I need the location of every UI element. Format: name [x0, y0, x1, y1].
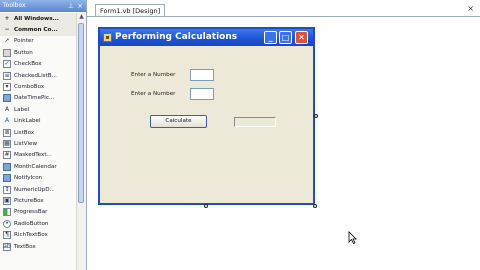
toolbox-item-richtextbox[interactable]: ¶ RichTextBox — [0, 229, 76, 240]
toolbox-item-label: NotifyIcon — [14, 175, 43, 182]
richtextbox-icon: ¶ — [3, 231, 11, 240]
monthcalendar-icon — [3, 162, 11, 171]
toolbox-item-label: Pointer — [14, 38, 34, 45]
toolbox-item-label: ListView — [14, 140, 38, 147]
close-document-icon[interactable]: × — [467, 4, 474, 14]
toolbox-item-datetimepicker[interactable]: DateTimePic... — [0, 93, 76, 104]
toolbox-item-label: CheckedListB... — [14, 72, 57, 79]
toolbox-item-numericupdown[interactable]: ↕ NumericUpD... — [0, 184, 76, 195]
enter-number-label-1: Enter a Number — [131, 72, 176, 78]
textbox-icon: ab — [3, 242, 11, 251]
toolbox-item-radiobutton[interactable]: • RadioButton — [0, 218, 76, 229]
result-label — [234, 117, 276, 127]
close-icon[interactable]: × — [77, 0, 83, 12]
toolbox-panel: Toolbox ⊥ × + All Windows... − Common Co… — [0, 0, 87, 270]
tab-divider — [87, 16, 480, 17]
listview-icon: ▦ — [3, 139, 11, 148]
resize-handle-corner[interactable] — [313, 204, 317, 208]
picturebox-icon: ▣ — [3, 196, 11, 205]
datetimepicker-icon — [3, 94, 11, 103]
toolbox-item-label: PictureBox — [14, 197, 44, 204]
toolbox-header: Toolbox ⊥ × — [0, 0, 86, 12]
toolbox-item-notifyicon[interactable]: NotifyIcon — [0, 172, 76, 183]
designed-form[interactable]: ▪ Performing Calculations _ □ ✕ Enter a … — [98, 27, 315, 205]
toolbox-category-common-controls[interactable]: − Common Co... — [0, 24, 76, 36]
toolbox-title: Toolbox — [3, 2, 26, 9]
toolbox-item-label: CheckBox — [14, 61, 42, 68]
toolbox-item-checkedlistbox[interactable]: ≡ CheckedListB... — [0, 70, 76, 81]
pointer-icon: ➚ — [4, 37, 10, 45]
maximize-button[interactable]: □ — [279, 31, 292, 44]
toolbox-item-picturebox[interactable]: ▣ PictureBox — [0, 195, 76, 206]
toolbox-item-monthcalendar[interactable]: MonthCalendar — [0, 161, 76, 172]
radiobutton-icon: • — [3, 219, 11, 228]
toolbox-item-label: LinkLabel — [14, 118, 41, 125]
toolbox-item-label: TextBox — [14, 243, 36, 250]
calculate-button[interactable]: Calculate — [150, 115, 207, 128]
toolbox-item-progressbar[interactable]: ProgressBar — [0, 207, 76, 218]
toolbox-item-label: Common Co... — [14, 27, 58, 34]
maskedtextbox-icon: # — [3, 151, 11, 160]
progressbar-icon — [3, 208, 11, 217]
toolbox-item-checkbox[interactable]: ✓ CheckBox — [0, 59, 76, 70]
toolbox-item-maskedtextbox[interactable]: # MaskedText... — [0, 150, 76, 161]
toolbox-item-label: All Windows... — [14, 15, 59, 22]
toolbox-item-label: RadioButton — [14, 220, 49, 227]
number-input-2[interactable] — [190, 88, 214, 100]
pin-icon[interactable]: ⊥ — [68, 0, 74, 12]
toolbox-item-label[interactable]: A Label — [0, 104, 76, 115]
toolbox-item-listview[interactable]: ▦ ListView — [0, 138, 76, 149]
combobox-icon: ▾ — [3, 83, 11, 92]
app-icon: ▪ — [103, 33, 112, 42]
toolbox-item-combobox[interactable]: ▾ ComboBox — [0, 81, 76, 92]
close-button[interactable]: ✕ — [295, 31, 308, 44]
resize-handle-bottom[interactable] — [204, 204, 208, 208]
checked-listbox-icon: ≡ — [3, 71, 11, 80]
toolbox-item-listbox[interactable]: ≣ ListBox — [0, 127, 76, 138]
enter-number-label-2: Enter a Number — [131, 91, 176, 97]
label-icon: A — [4, 105, 10, 113]
toolbox-item-label: ProgressBar — [14, 209, 48, 216]
toolbox-item-label: MaskedText... — [14, 152, 52, 159]
toolbox-item-label: DateTimePic... — [14, 95, 55, 102]
toolbox-item-label: ComboBox — [14, 84, 45, 91]
listbox-icon: ≣ — [3, 128, 11, 137]
form-title-bar[interactable]: ▪ Performing Calculations _ □ ✕ — [100, 29, 313, 46]
form-title: Performing Calculations — [115, 32, 238, 42]
expander-icon[interactable]: + — [3, 15, 11, 23]
minimize-button[interactable]: _ — [264, 31, 277, 44]
resize-handle-right[interactable] — [314, 114, 318, 118]
toolbox-item-label: Button — [14, 49, 33, 56]
notifyicon-icon — [3, 174, 11, 183]
toolbox-item-textbox[interactable]: ab TextBox — [0, 241, 76, 252]
toolbox-item-label: ListBox — [14, 129, 35, 136]
number-input-1[interactable] — [190, 69, 214, 81]
toolbox-item-linklabel[interactable]: A LinkLabel — [0, 116, 76, 127]
toolbox-item-label: RichTextBox — [14, 232, 48, 239]
expander-icon[interactable]: − — [3, 26, 11, 34]
checkbox-icon: ✓ — [3, 60, 11, 69]
linklabel-icon: A — [4, 117, 10, 125]
scroll-up-icon[interactable]: ▲ — [77, 13, 86, 21]
toolbox-item-button[interactable]: Button — [0, 47, 76, 58]
toolbox-scrollbar[interactable]: ▲ — [76, 13, 86, 270]
numericupdown-icon: ↕ — [3, 185, 11, 194]
toolbox-list: + All Windows... − Common Co... ➚ Pointe… — [0, 13, 76, 252]
button-icon — [3, 48, 11, 57]
scrollbar-thumb[interactable] — [78, 23, 84, 203]
toolbox-item-label: Label — [14, 106, 30, 113]
designer-area: Form1.vb [Design] × ▪ Performing Calcula… — [87, 0, 480, 270]
toolbox-item-label: MonthCalendar — [14, 163, 57, 170]
toolbox-item-label: NumericUpD... — [14, 186, 55, 193]
toolbox-category-all-windows[interactable]: + All Windows... — [0, 13, 76, 25]
mouse-cursor-icon — [348, 231, 357, 244]
toolbox-item-pointer[interactable]: ➚ Pointer — [0, 36, 76, 47]
